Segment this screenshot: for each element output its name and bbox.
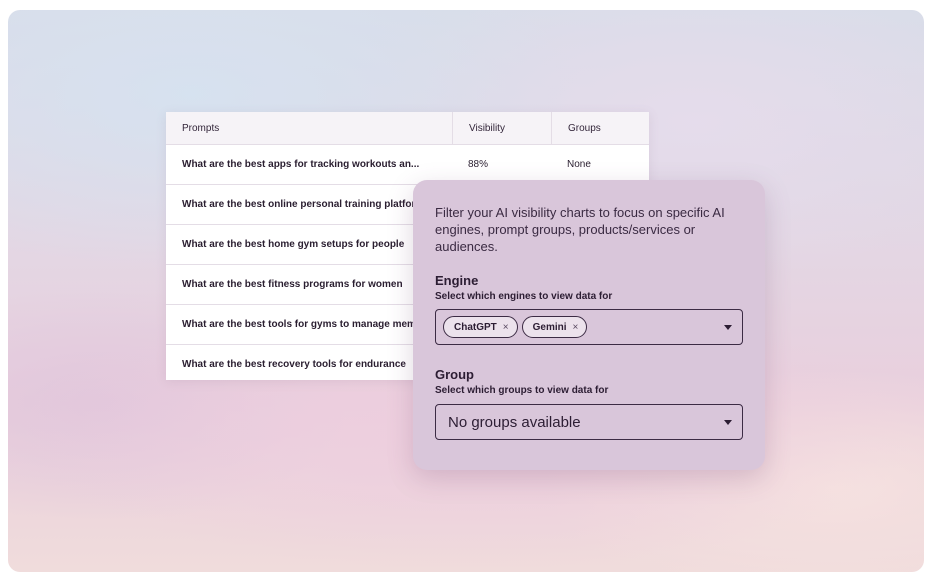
prompt-cell: What are the best online personal traini… <box>182 199 430 210</box>
prompt-cell: What are the best tools for gyms to mana… <box>182 319 438 330</box>
close-icon[interactable]: × <box>503 322 509 333</box>
table-header-row: Prompts Visibility Groups <box>166 112 649 145</box>
engine-title: Engine <box>435 273 479 288</box>
filter-description: Filter your AI visibility charts to focu… <box>435 205 725 254</box>
engine-chip-gemini[interactable]: Gemini × <box>521 316 588 338</box>
column-header-prompts[interactable]: Prompts <box>166 112 452 144</box>
visibility-cell: 88% <box>468 159 489 170</box>
engine-chip-chatgpt[interactable]: ChatGPT × <box>443 316 518 338</box>
chip-label: Gemini <box>532 321 567 333</box>
group-select-value: No groups available <box>448 413 581 431</box>
chevron-down-icon[interactable] <box>724 325 732 330</box>
group-title: Group <box>435 367 474 382</box>
engine-multiselect[interactable]: ChatGPT × Gemini × <box>435 309 743 345</box>
engine-subtitle: Select which engines to view data for <box>435 291 613 302</box>
groups-cell: None <box>567 159 591 170</box>
chevron-down-icon[interactable] <box>724 420 732 425</box>
column-header-groups[interactable]: Groups <box>551 112 649 144</box>
filter-panel: Filter your AI visibility charts to focu… <box>413 180 765 470</box>
group-subtitle: Select which groups to view data for <box>435 385 609 396</box>
prompt-cell: What are the best recovery tools for end… <box>182 359 406 370</box>
chip-label: ChatGPT <box>454 321 497 333</box>
prompt-cell: What are the best apps for tracking work… <box>182 159 420 170</box>
group-select[interactable]: No groups available <box>435 404 743 440</box>
prompt-cell: What are the best fitness programs for w… <box>182 279 403 290</box>
table-row[interactable]: What are the best apps for tracking work… <box>166 145 649 185</box>
close-icon[interactable]: × <box>573 322 579 333</box>
column-header-visibility[interactable]: Visibility <box>452 112 551 144</box>
prompt-cell: What are the best home gym setups for pe… <box>182 239 405 250</box>
